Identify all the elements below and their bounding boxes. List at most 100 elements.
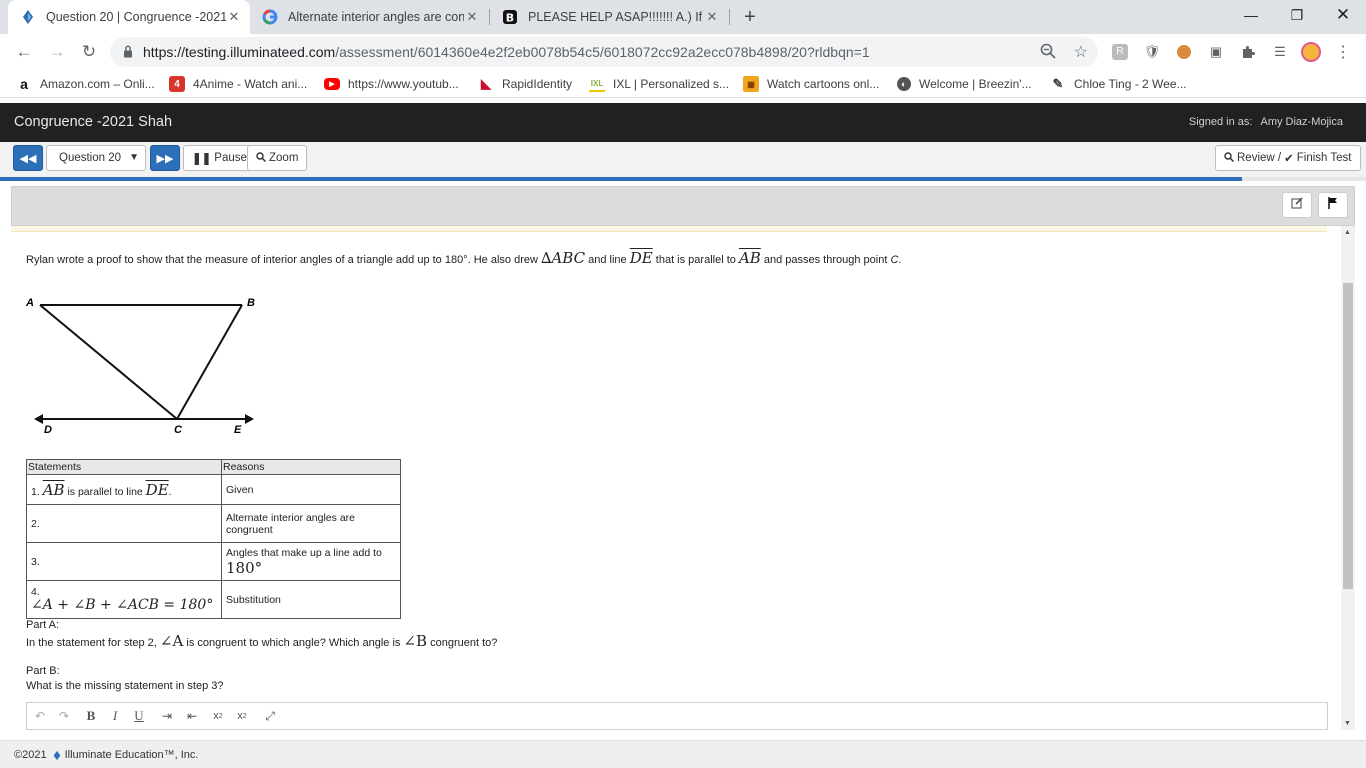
- reading-list-icon[interactable]: ☰: [1270, 42, 1290, 62]
- minimize-icon[interactable]: —: [1228, 0, 1274, 30]
- underline-icon[interactable]: U: [129, 707, 149, 725]
- new-tab-icon[interactable]: +: [738, 5, 762, 29]
- label-d: D: [44, 424, 52, 436]
- tab-alternate-interior[interactable]: Alternate interior angles are cong ✕: [250, 0, 488, 34]
- ixl-icon: IXL: [589, 76, 605, 92]
- company-text: Illuminate Education™, Inc.: [64, 749, 199, 761]
- redo-icon[interactable]: ↷: [54, 707, 74, 725]
- subscript-icon[interactable]: x2: [208, 707, 228, 725]
- youtube-icon: ▶: [324, 78, 340, 90]
- pause-button[interactable]: ❚❚ Pause: [183, 145, 256, 171]
- superscript-icon[interactable]: x2: [232, 707, 252, 725]
- bookmark-chloe-ting[interactable]: ✎ Chloe Ting - 2 Wee...: [1050, 75, 1187, 93]
- browser-toolbar: ← → ↻ https://testing.illuminateed.com/a…: [0, 34, 1366, 71]
- notepad-button[interactable]: [1282, 192, 1312, 218]
- extensions-puzzle-icon[interactable]: [1238, 42, 1258, 62]
- illuminate-icon: [20, 9, 36, 25]
- fullscreen-icon[interactable]: ⤢: [260, 707, 280, 725]
- triangle-diagram: A B C D E: [25, 297, 255, 436]
- scroll-down-icon[interactable]: ▼: [1344, 720, 1351, 727]
- bold-icon[interactable]: B: [81, 707, 101, 725]
- next-question-button[interactable]: ▶▶: [150, 145, 180, 171]
- pause-label: Pause: [214, 152, 247, 164]
- previous-question-button[interactable]: ◀◀: [13, 145, 43, 171]
- flag-icon: [1328, 196, 1338, 214]
- rewind-icon: ◀◀: [19, 152, 37, 165]
- search-icon: [256, 151, 267, 165]
- zoom-magnifier-icon[interactable]: [1040, 43, 1056, 62]
- search-icon: [1224, 151, 1235, 165]
- scroll-up-icon[interactable]: ▲: [1344, 229, 1351, 236]
- tab-please-help[interactable]: B PLEASE HELP ASAP!!!!!!! A.) If two ✕: [490, 0, 728, 34]
- review-label: Review /: [1237, 152, 1282, 164]
- bookmark-rapididentity[interactable]: ◣ RapidIdentity: [478, 75, 572, 93]
- bookmark-4anime[interactable]: 4 4Anime - Watch ani...: [169, 75, 307, 93]
- reload-icon[interactable]: ↻: [75, 38, 103, 66]
- zoom-button[interactable]: Zoom: [247, 145, 308, 171]
- proof-table: Statements Reasons 1. AB is parallel to …: [26, 459, 401, 619]
- tab-question-20[interactable]: Question 20 | Congruence -2021 ✕: [8, 0, 250, 34]
- statement-4: 4. ∠A + ∠B + ∠ACB = 180°: [26, 580, 222, 619]
- check-icon: ✔: [1284, 153, 1294, 165]
- prompt-text: Rylan wrote a proof to show that the mea…: [26, 254, 541, 266]
- bookmark-label: IXL | Personalized s...: [613, 77, 730, 91]
- extension-shield-icon[interactable]: 🛡: [1142, 42, 1162, 62]
- indent-icon[interactable]: ⇥: [157, 707, 177, 725]
- extension-media-icon[interactable]: ▣: [1206, 42, 1226, 62]
- page-footer: ©2021 Illuminate Education™, Inc.: [0, 740, 1366, 768]
- menu-kebab-icon[interactable]: ⋮: [1333, 42, 1353, 62]
- prompt-text: and passes through point: [760, 254, 891, 266]
- signed-in-label: Signed in as:: [1188, 116, 1253, 128]
- flag-button[interactable]: [1318, 192, 1348, 218]
- zoom-label: Zoom: [269, 152, 299, 164]
- bookmark-amazon[interactable]: a Amazon.com – Onli...: [16, 75, 155, 93]
- scroll-thumb[interactable]: [1343, 283, 1353, 589]
- statement-3: 3.: [26, 542, 222, 581]
- pause-icon: ❚❚: [192, 153, 212, 165]
- signed-in-info: Signed in as: Amy Diaz-Mojica: [1181, 116, 1343, 128]
- segment-ac: [39, 304, 178, 420]
- bookmarks-bar: a Amazon.com – Onli... 4 4Anime - Watch …: [0, 71, 1366, 98]
- extension-cookie-icon[interactable]: [1174, 42, 1194, 62]
- label-a: A: [25, 297, 34, 309]
- prompt-text: that is parallel to: [652, 254, 739, 266]
- tab-title: Alternate interior angles are cong: [288, 10, 464, 24]
- question-select[interactable]: Question 20 ▼: [46, 145, 146, 171]
- test-toolbar: ◀◀ Question 20 ▼ ▶▶ ❚❚ Pause Zoom Review /…: [0, 142, 1366, 177]
- profile-avatar[interactable]: [1301, 42, 1321, 62]
- part-b-label: Part B:: [26, 665, 60, 677]
- bookmark-ixl[interactable]: IXL IXL | Personalized s...: [589, 75, 729, 93]
- bookmark-label: RapidIdentity: [502, 77, 573, 91]
- close-tab-icon[interactable]: ✕: [704, 9, 720, 25]
- extension-r-icon[interactable]: R: [1110, 42, 1130, 62]
- forward-icon[interactable]: →: [43, 38, 71, 66]
- prompt-text: and line: [585, 254, 630, 266]
- question-panel-header: [11, 186, 1355, 226]
- back-icon[interactable]: ←: [10, 38, 38, 66]
- statement-1: 1. AB is parallel to line DE.: [26, 474, 222, 505]
- tab-title: Question 20 | Congruence -2021: [46, 10, 226, 24]
- tab-title: PLEASE HELP ASAP!!!!!!! A.) If two: [528, 10, 704, 24]
- label-b: B: [247, 297, 255, 309]
- address-bar[interactable]: https://testing.illuminateed.com/assessm…: [110, 37, 1098, 67]
- table-row: 3. Angles that make up a line add to 180°: [26, 542, 401, 581]
- close-tab-icon[interactable]: ✕: [226, 9, 242, 25]
- finish-label: Finish Test: [1296, 152, 1352, 164]
- italic-icon[interactable]: I: [105, 707, 125, 725]
- close-window-icon[interactable]: ✕: [1320, 0, 1366, 30]
- cartoons-icon: ▦: [743, 76, 759, 92]
- edit-icon: [1291, 196, 1303, 214]
- outdent-icon[interactable]: ⇤: [182, 707, 202, 725]
- bookmark-cartoons[interactable]: ▦ Watch cartoons onl...: [743, 75, 879, 93]
- restore-icon[interactable]: ❐: [1274, 0, 1320, 30]
- reason-4: Substitution: [221, 580, 401, 619]
- content-scrollbar[interactable]: ▲ ▼: [1341, 226, 1355, 730]
- review-finish-button[interactable]: Review / ✔ Finish Test: [1215, 145, 1361, 171]
- bookmark-youtube[interactable]: ▶ https://www.youtub...: [324, 75, 459, 93]
- segment-bc: [176, 304, 243, 420]
- bookmark-breezin[interactable]: ◐ Welcome | Breezin'...: [897, 75, 1032, 93]
- bookmark-label: Welcome | Breezin'...: [919, 77, 1032, 91]
- bookmark-star-icon[interactable]: ☆: [1074, 42, 1088, 62]
- close-tab-icon[interactable]: ✕: [464, 9, 480, 25]
- undo-icon[interactable]: ↶: [30, 707, 50, 725]
